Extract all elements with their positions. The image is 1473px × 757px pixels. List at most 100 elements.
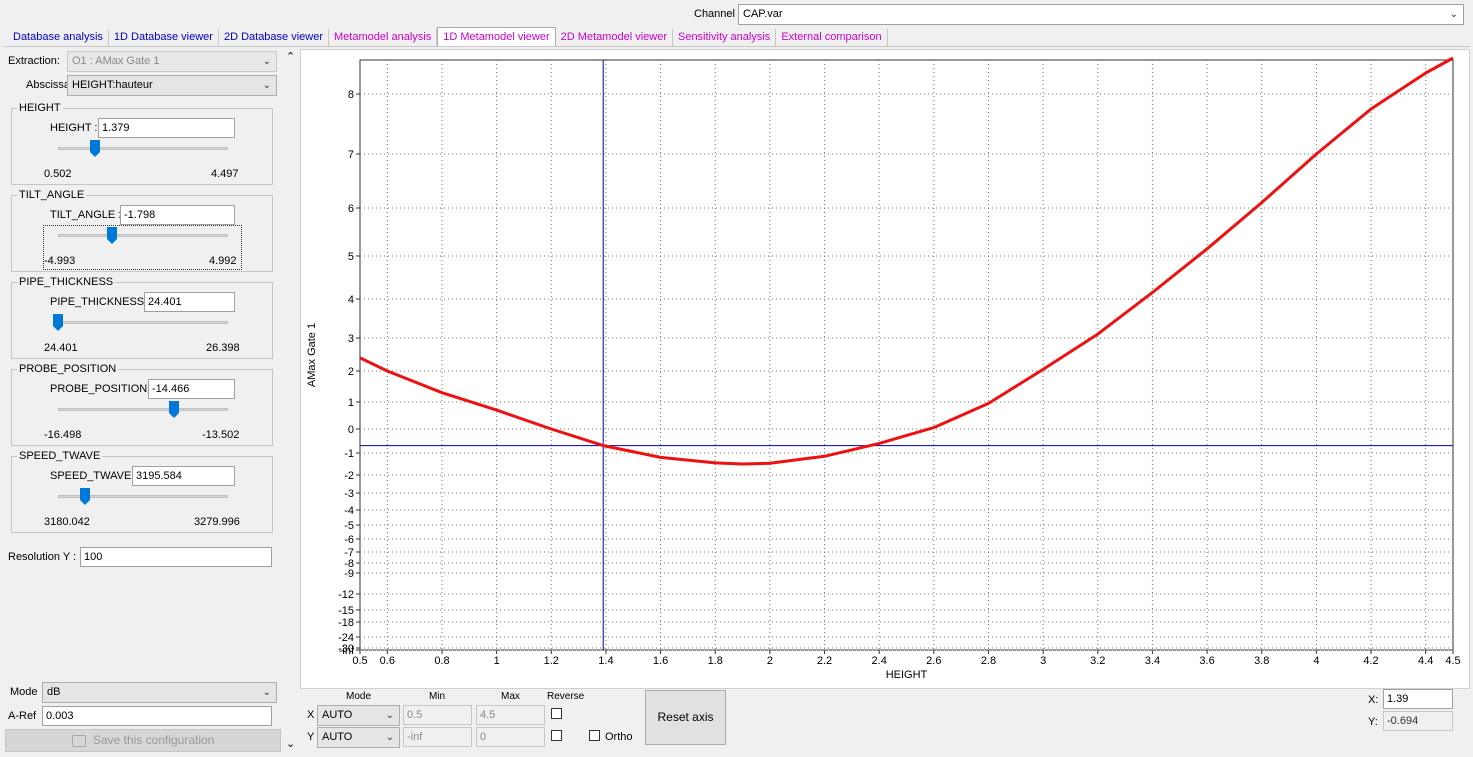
mode-select[interactable]: dB ⌄ (42, 682, 277, 703)
cursor-y-label: Y: (1368, 716, 1378, 728)
col-reverse-header: Reverse (547, 691, 585, 702)
metamodel-chart[interactable]: 0.5 0.6 0.8 1 1.2 1.4 1.6 1.8 2 2.2 2.4 2.6 2.8 3 3.2 3… (301, 50, 1469, 688)
save-icon (71, 734, 86, 747)
chevron-down-icon: ⌄ (385, 732, 394, 743)
reset-axis-label: Reset axis (657, 710, 714, 724)
chevron-down-icon: ⌄ (262, 80, 271, 91)
param-slider-track[interactable] (58, 147, 228, 150)
x-tick-label: 2.2 (817, 655, 832, 667)
tab-2d-metamodel-viewer[interactable]: 2D Metamodel viewer (556, 29, 673, 47)
param-slider-thumb[interactable] (107, 227, 118, 244)
chevron-up-icon[interactable]: ⌃ (286, 50, 295, 63)
cursor-x-label: X: (1368, 694, 1379, 706)
cursor-x-field[interactable]: 1.39 (1383, 689, 1453, 709)
param-slider-thumb[interactable] (90, 140, 101, 157)
mode-value: dB (47, 686, 61, 698)
y-tick-label: -9 (344, 568, 354, 580)
param-label: SPEED_TWAVE : (50, 470, 138, 482)
x-axis-label: X (307, 709, 315, 721)
tab-database-analysis[interactable]: Database analysis (8, 29, 109, 47)
x-tick-label: 4.4 (1418, 655, 1433, 667)
y-mode-value: AUTO (322, 731, 353, 743)
x-axis-title: HEIGHT (886, 669, 928, 681)
param-value-input[interactable]: -1.798 (120, 205, 235, 225)
x-tick-label: 3.6 (1199, 655, 1214, 667)
param-min: -4.993 (44, 255, 76, 267)
x-tick-label: 1.6 (653, 655, 668, 667)
param-slider-track[interactable] (58, 408, 228, 411)
tab-bar: Database analysis 1D Database viewer 2D … (8, 27, 888, 47)
param-label: HEIGHT : (50, 122, 98, 134)
ortho-checkbox[interactable] (589, 730, 600, 741)
y-tick-label: 4 (348, 294, 354, 306)
y-max-input[interactable]: 0 (476, 727, 545, 747)
y-min-input[interactable]: -inf (403, 727, 472, 747)
x-mode-select[interactable]: AUTO ⌄ (317, 705, 400, 726)
param-value-input[interactable]: 1.379 (98, 118, 235, 138)
y-axis-label: Y (307, 731, 315, 743)
y-mode-select[interactable]: AUTO ⌄ (317, 727, 400, 748)
param-min: 0.502 (44, 168, 72, 180)
param-max: 3279.996 (194, 516, 240, 528)
x-tick-label: 0.8 (434, 655, 449, 667)
channel-select[interactable]: CAP.var ⌄ (738, 4, 1464, 25)
tab-1d-database-viewer[interactable]: 1D Database viewer (109, 29, 219, 47)
param-group-tilt-angle: TILT_ANGLE TILT_ANGLE : -1.798 -4.993 4.… (11, 189, 273, 272)
tab-external-comparison[interactable]: External comparison (776, 29, 888, 47)
x-tick-label: 2.4 (872, 655, 887, 667)
y-reverse-checkbox[interactable] (551, 730, 562, 741)
y-tick-label: 5 (348, 251, 354, 263)
param-slider-thumb[interactable] (168, 401, 179, 418)
ortho-label: Ortho (605, 731, 633, 743)
y-tick-label: 0 (348, 424, 354, 436)
param-value-input[interactable]: -14.466 (148, 379, 235, 399)
param-slider-track[interactable] (58, 321, 228, 324)
tab-metamodel-analysis[interactable]: Metamodel analysis (329, 29, 438, 47)
param-max: 4.992 (209, 255, 237, 267)
mode-label: Mode (10, 686, 38, 698)
y-tick-label: 1 (348, 397, 354, 409)
cursor-y-field: -0.694 (1383, 711, 1453, 731)
y-tick-label: -12 (338, 589, 354, 601)
resolution-input[interactable]: 100 (80, 547, 272, 567)
x-max-input[interactable]: 4.5 (476, 705, 545, 725)
param-group-pipe-thickness: PIPE_THICKNESS PIPE_THICKNESS : 24.401 2… (11, 276, 273, 359)
x-min-input[interactable]: 0.5 (403, 705, 472, 725)
resolution-label: Resolution Y : (8, 551, 77, 563)
y-tick-label: 2 (348, 366, 354, 378)
param-max: -13.502 (202, 429, 240, 441)
aref-input[interactable]: 0.003 (42, 706, 272, 726)
param-group-speed-twave: SPEED_TWAVE SPEED_TWAVE : 3195.584 3180.… (11, 450, 273, 533)
abscissa-label: Abscissa (26, 79, 71, 91)
y-tick-label: 7 (348, 149, 354, 161)
plot-area[interactable]: 0.5 0.6 0.8 1 1.2 1.4 1.6 1.8 2 2.2 2.4 2.6 2.8 3 3.2 3… (300, 49, 1470, 689)
reset-axis-button[interactable]: Reset axis (645, 690, 726, 745)
tab-sensitivity-analysis[interactable]: Sensitivity analysis (673, 29, 777, 47)
param-group-height: HEIGHT HEIGHT : 1.379 0.502 4.497 (11, 102, 273, 185)
param-value-input[interactable]: 3195.584 (132, 466, 235, 486)
param-slider-thumb[interactable] (80, 488, 91, 505)
param-min: 24.401 (44, 342, 78, 354)
param-value-input[interactable]: 24.401 (144, 292, 235, 312)
param-title: SPEED_TWAVE (17, 450, 103, 462)
save-configuration-button[interactable]: Save this configuration (5, 729, 281, 752)
tab-1d-metamodel-viewer[interactable]: 1D Metamodel viewer (437, 27, 556, 47)
param-min: 3180.042 (44, 516, 90, 528)
chevron-down-icon: ⌄ (262, 56, 271, 67)
x-reverse-checkbox[interactable] (551, 708, 562, 719)
y-tick-label: -18 (338, 617, 354, 629)
y-tick-label: 6 (348, 203, 354, 215)
param-title: TILT_ANGLE (17, 189, 87, 201)
left-panel-scrollbar[interactable]: ⌃ ⌄ (283, 49, 299, 755)
param-slider-thumb[interactable] (53, 314, 63, 331)
abscissa-select[interactable]: HEIGHT:hauteur ⌄ (67, 75, 277, 96)
extraction-select[interactable]: O1 : AMax Gate 1 ⌄ (67, 51, 277, 72)
y-tick-label: -6 (344, 534, 354, 546)
param-min: -16.498 (44, 429, 82, 441)
x-tick-label: 1.4 (598, 655, 613, 667)
chevron-down-icon[interactable]: ⌄ (286, 737, 295, 750)
chevron-down-icon: ⌄ (1449, 9, 1458, 20)
param-slider-track[interactable] (58, 234, 228, 237)
tab-2d-database-viewer[interactable]: 2D Database viewer (219, 29, 330, 47)
x-tick-label: 1 (494, 655, 500, 667)
